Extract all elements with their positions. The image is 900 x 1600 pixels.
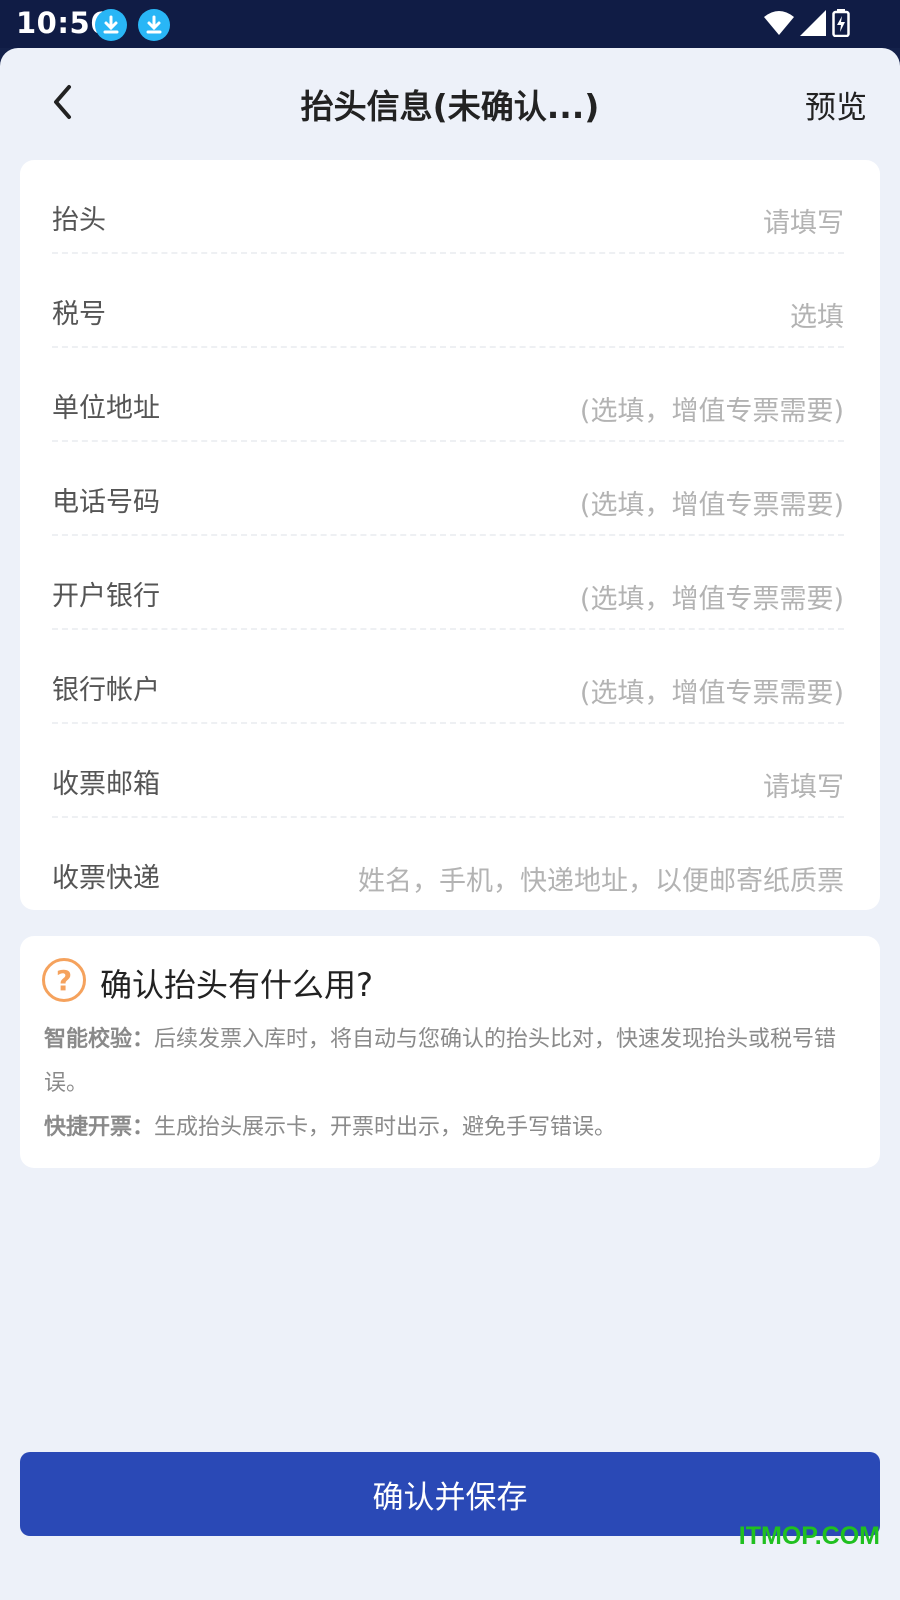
watermark: ITMOP.COM — [738, 1522, 880, 1550]
field-label: 银行帐户 — [52, 675, 160, 706]
page-title: 抬头信息(未确认...) — [300, 87, 600, 126]
nav-bar: 抬头信息(未确认...) 预览 — [0, 48, 900, 158]
field-label: 收票邮箱 — [52, 769, 160, 800]
address-input[interactable] — [284, 391, 844, 431]
invoice-title-form: 抬头 税号 单位地址 电话号码 开户银行 银行帐户 收票邮箱 收票快递 — [20, 160, 880, 910]
field-row-bank-account: 银行帐户 — [52, 630, 844, 724]
phone-input[interactable] — [284, 485, 844, 525]
bank-account-input[interactable] — [284, 673, 844, 713]
wifi-icon — [764, 10, 794, 40]
field-label: 开户银行 — [52, 581, 160, 612]
info-item-label: 智能校验： — [44, 1027, 155, 1052]
info-item-text: 生成抬头展示卡，开票时出示，避免手写错误。 — [154, 1115, 617, 1140]
field-label: 抬头 — [52, 205, 106, 236]
field-label: 电话号码 — [52, 487, 160, 518]
info-item-label: 快捷开票： — [44, 1115, 155, 1140]
download-icon — [95, 9, 127, 41]
info-title: 确认抬头有什么用? — [100, 966, 373, 1004]
download-icon — [138, 9, 170, 41]
field-row-express: 收票快递 — [52, 818, 844, 910]
question-icon: ? — [42, 958, 86, 1002]
info-card: ? 确认抬头有什么用? 智能校验：后续发票入库时，将自动与您确认的抬头比对，快速… — [20, 936, 880, 1168]
field-label: 税号 — [52, 299, 106, 330]
field-row-tax-id: 税号 — [52, 254, 844, 348]
field-label: 单位地址 — [52, 393, 160, 424]
field-row-phone: 电话号码 — [52, 442, 844, 536]
preview-button[interactable]: 预览 — [805, 82, 867, 127]
status-bar: 10:56 — [0, 0, 900, 48]
field-label: 收票快递 — [52, 863, 160, 894]
field-row-email: 收票邮箱 — [52, 724, 844, 818]
title-input[interactable] — [284, 203, 844, 243]
tax-id-input[interactable] — [284, 297, 844, 337]
email-input[interactable] — [284, 767, 844, 807]
battery-icon — [832, 9, 850, 41]
info-item-text: 后续发票入库时，将自动与您确认的抬头比对，快速发现抬头或税号错误。 — [44, 1027, 837, 1096]
bank-input[interactable] — [284, 579, 844, 619]
signal-icon — [800, 10, 826, 40]
field-row-bank: 开户银行 — [52, 536, 844, 630]
field-row-address: 单位地址 — [52, 348, 844, 442]
info-body: 智能校验：后续发票入库时，将自动与您确认的抬头比对，快速发现抬头或税号错误。 快… — [44, 1018, 844, 1150]
express-input[interactable] — [284, 861, 844, 901]
screen: 抬头信息(未确认...) 预览 抬头 税号 单位地址 电话号码 开户银行 银行帐… — [0, 48, 900, 1600]
field-row-title: 抬头 — [52, 160, 844, 254]
